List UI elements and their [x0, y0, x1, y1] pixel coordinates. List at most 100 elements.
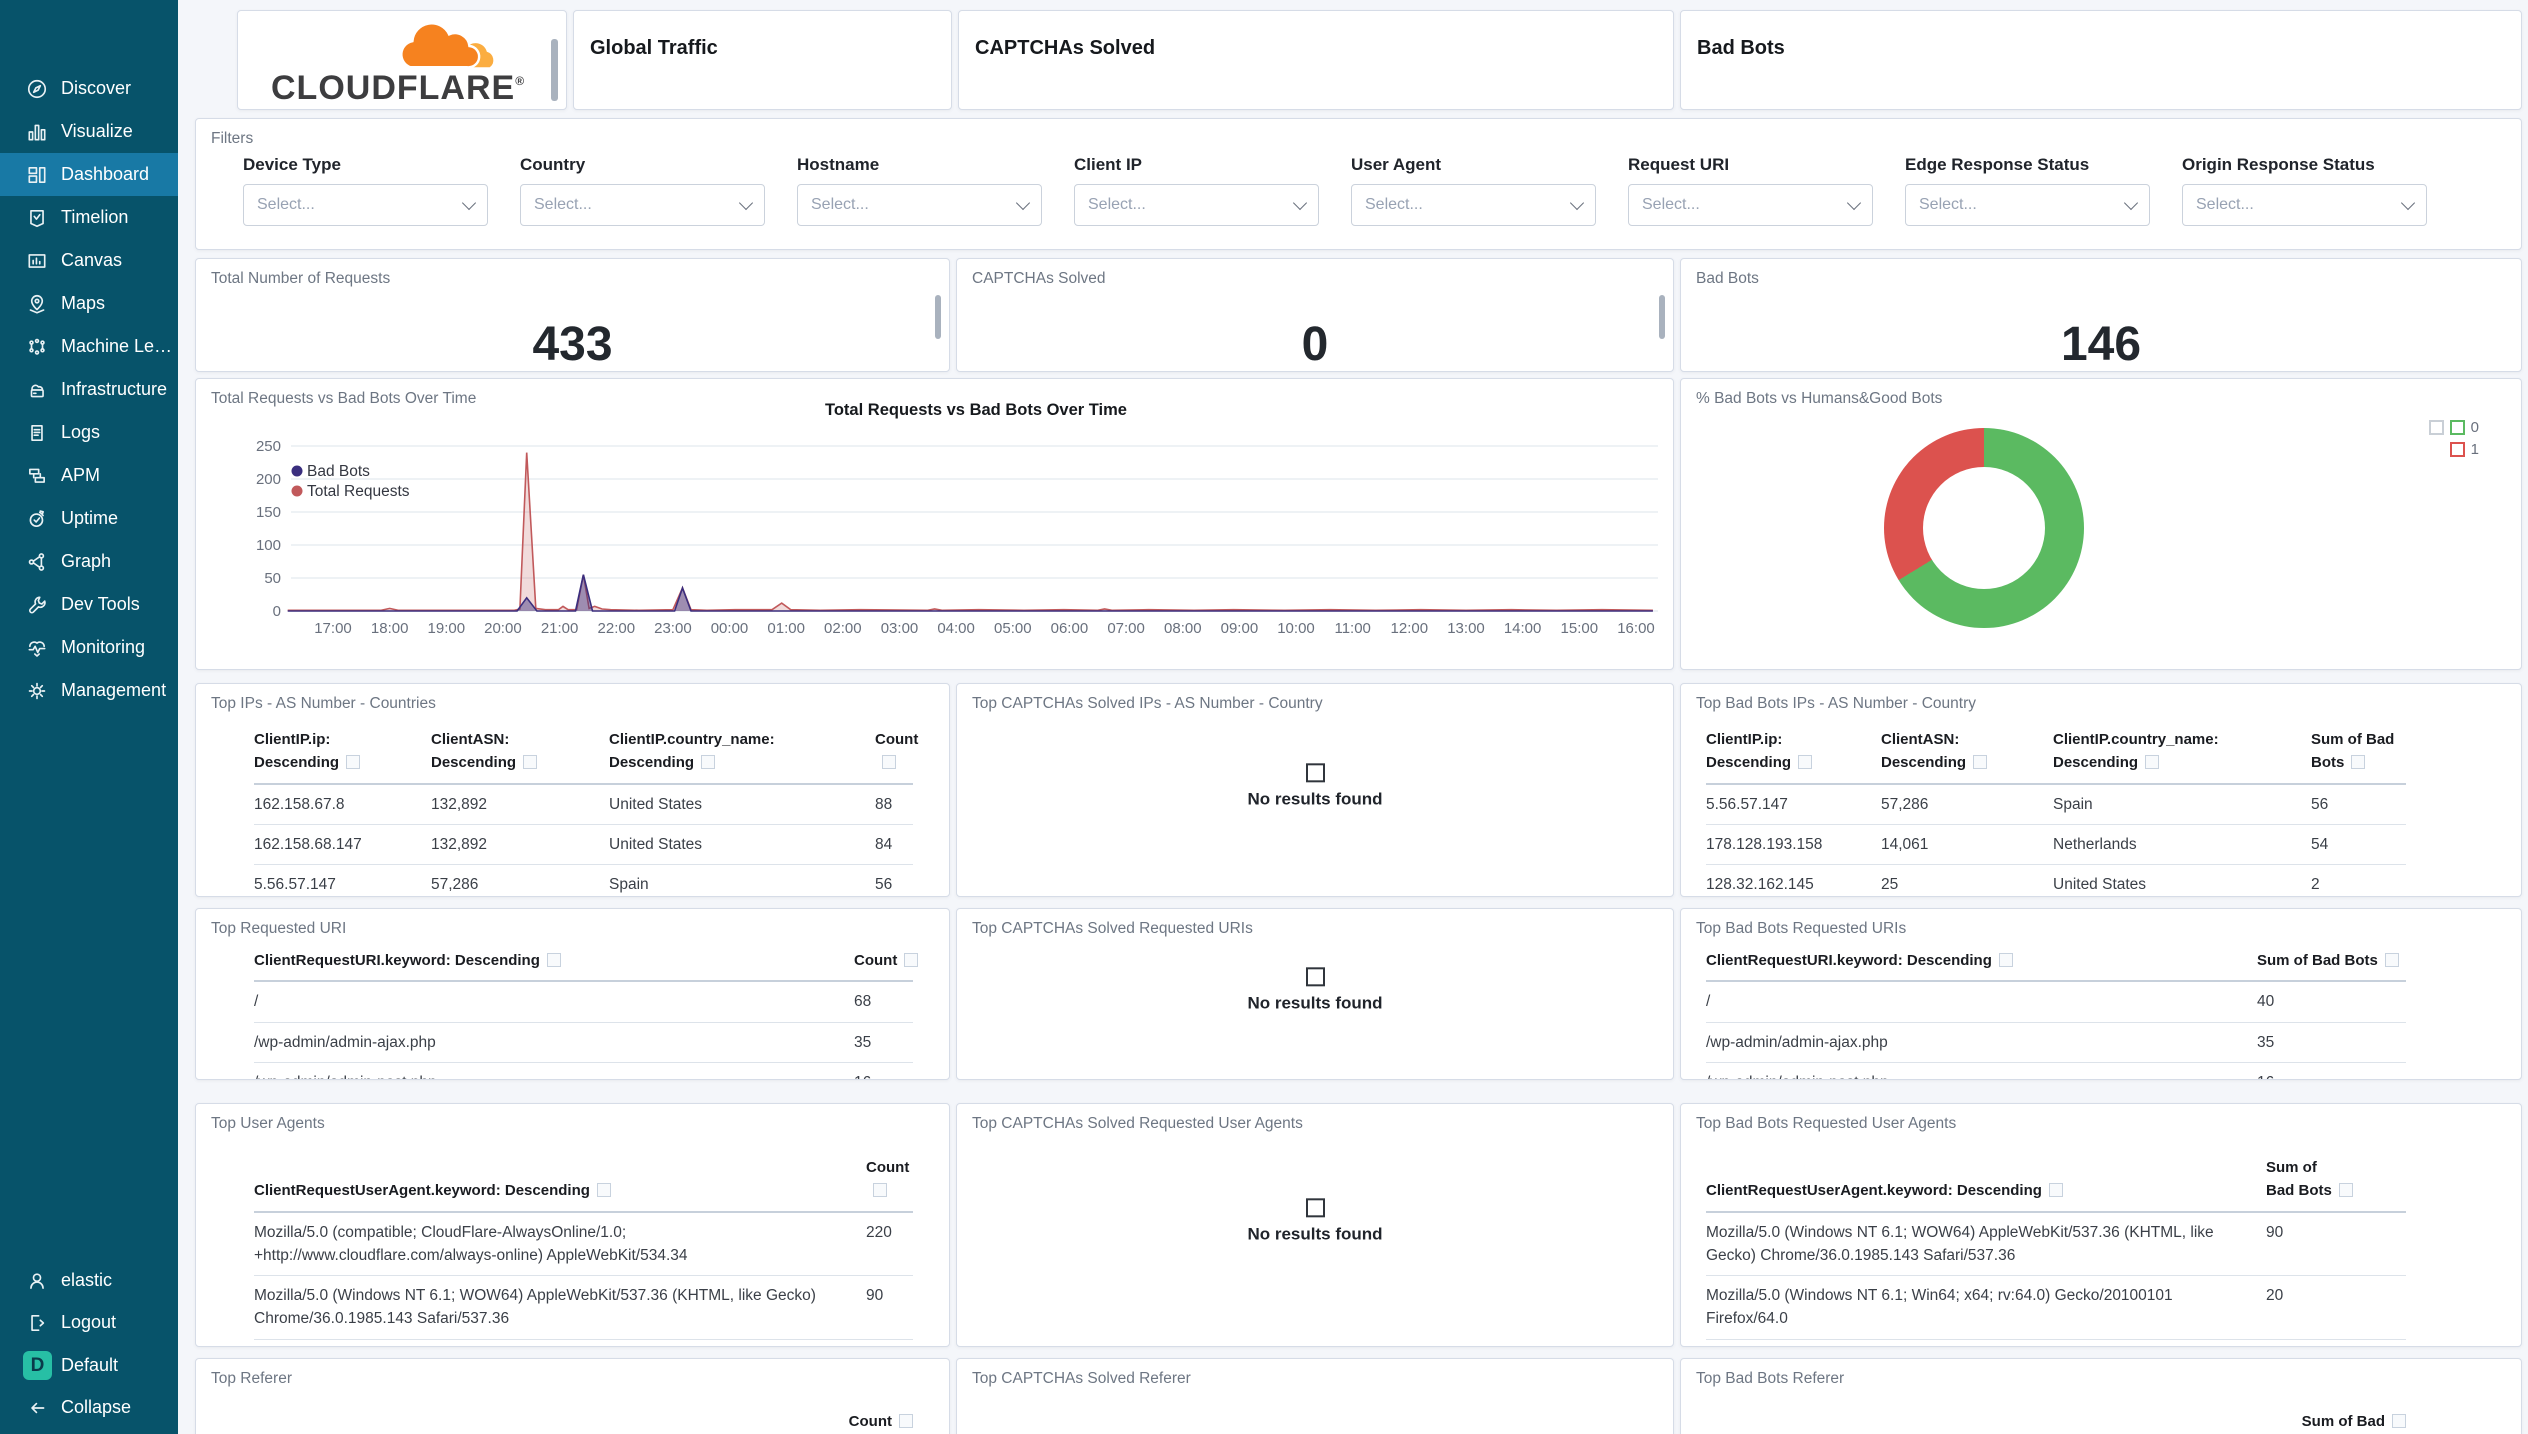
sidebar-item-monitoring[interactable]: Monitoring	[0, 626, 178, 669]
table-cell: 57,286	[431, 876, 479, 893]
sort-checkbox[interactable]	[1798, 755, 1813, 770]
data-table: ClientRequestUserAgent.keyword: Descendi…	[254, 1156, 913, 1340]
filter-select-edge-response-status[interactable]: Select...	[1905, 184, 2150, 226]
panel-scrollbar[interactable]	[551, 39, 558, 101]
uptime-clock-icon	[26, 508, 48, 530]
column-header[interactable]: ClientRequestURI.keyword: Descending	[1706, 949, 2257, 972]
column-header[interactable]: Count	[866, 1156, 913, 1203]
panel-title: Top CAPTCHAs Solved IPs - AS Number - Co…	[972, 695, 1323, 712]
metric-title: Total Number of Requests	[211, 270, 391, 287]
table-cell: 35	[854, 1033, 872, 1051]
sort-checkbox[interactable]	[1973, 755, 1988, 770]
column-header[interactable]: Sum of Bad Bots	[2311, 728, 2406, 775]
table-cell: 2	[2311, 876, 2320, 893]
table-cell: /wp-admin/admin-ajax.php	[254, 1033, 436, 1051]
sidebar-item-logs[interactable]: Logs	[0, 411, 178, 454]
sidebar-footer-default[interactable]: D Default	[0, 1344, 178, 1387]
sidebar-item-management[interactable]: Management	[0, 669, 178, 712]
sidebar-item-visualize[interactable]: Visualize	[0, 110, 178, 153]
chevron-down-icon	[1015, 195, 1031, 211]
filter-select-user-agent[interactable]: Select...	[1351, 184, 1596, 226]
sort-checkbox[interactable]	[701, 755, 716, 770]
filter-select-client-ip[interactable]: Select...	[1074, 184, 1319, 226]
sort-checkbox[interactable]	[2392, 1414, 2406, 1428]
sidebar-footer-elastic[interactable]: elastic	[0, 1259, 178, 1302]
column-header[interactable]: ClientRequestUserAgent.keyword: Descendi…	[254, 1179, 866, 1202]
no-results-text: No results found	[1247, 993, 1383, 1013]
legend-label: 0	[2470, 419, 2479, 436]
sidebar-footer-logout[interactable]: Logout	[0, 1301, 178, 1344]
column-header[interactable]: Sum of Bad	[1706, 1413, 2406, 1430]
column-header[interactable]: Sum of Bad Bots	[2266, 1156, 2406, 1203]
sort-checkbox[interactable]	[1998, 953, 2013, 967]
legend-item-1[interactable]: 1	[2429, 441, 2479, 458]
heartbeat-icon	[26, 637, 48, 659]
column-header[interactable]: Count	[875, 728, 918, 775]
line-chart-panel-title: Total Requests vs Bad Bots Over Time	[211, 390, 477, 407]
column-header[interactable]: ClientIP.ip: Descending	[1706, 728, 1881, 775]
sort-checkbox[interactable]	[899, 1414, 913, 1428]
panel-scrollbar[interactable]	[935, 295, 941, 339]
sort-checkbox[interactable]	[904, 953, 919, 967]
no-results-icon	[1305, 1198, 1325, 1218]
column-header[interactable]: ClientASN: Descending	[1881, 728, 2053, 775]
svg-text:00:00: 00:00	[711, 620, 749, 637]
sort-checkbox[interactable]	[882, 755, 896, 770]
table-cell: 162.158.68.147	[254, 835, 362, 853]
filter-select-device-type[interactable]: Select...	[243, 184, 488, 226]
sort-checkbox[interactable]	[2384, 953, 2399, 967]
sort-checkbox[interactable]	[873, 1183, 887, 1198]
column-header[interactable]: ClientASN: Descending	[431, 728, 609, 775]
legend-item-0[interactable]: 0	[2428, 419, 2479, 436]
select-placeholder: Select...	[2196, 196, 2254, 213]
sort-checkbox[interactable]	[546, 953, 561, 967]
bar-chart-icon	[26, 121, 48, 143]
table-cell: 16	[2257, 1071, 2406, 1079]
sidebar-item-uptime[interactable]: Uptime	[0, 497, 178, 540]
column-header[interactable]: Count	[854, 949, 919, 972]
sidebar-item-label: Logout	[61, 1312, 117, 1332]
sidebar-item-machine-le[interactable]: Machine Le…	[0, 325, 178, 368]
sort-checkbox[interactable]	[346, 755, 361, 770]
table-cell: 162.158.67.8	[254, 795, 345, 813]
column-header[interactable]: ClientIP.ip: Descending	[254, 728, 431, 775]
table-row: Mozilla/5.0 (Windows NT 6.1; Win64; x64;…	[1706, 1275, 2406, 1339]
sidebar-item-apm[interactable]: APM	[0, 454, 178, 497]
sort-checkbox[interactable]	[523, 755, 538, 770]
sort-checkbox[interactable]	[2145, 755, 2160, 770]
sidebar-item-dashboard[interactable]: Dashboard	[0, 153, 178, 196]
column-header[interactable]: ClientRequestURI.keyword: Descending	[254, 949, 854, 972]
filter-select-request-uri[interactable]: Select...	[1628, 184, 1873, 226]
column-header[interactable]: Sum of Bad Bots	[2257, 949, 2406, 972]
table-cell: 132,892	[431, 795, 488, 813]
panel-title: Top Referer	[211, 1370, 292, 1387]
sidebar-item-graph[interactable]: Graph	[0, 540, 178, 583]
filter-select-country[interactable]: Select...	[520, 184, 765, 226]
sort-checkbox[interactable]	[2351, 755, 2366, 770]
column-header[interactable]: Count	[254, 1413, 913, 1430]
filter-select-origin-response-status[interactable]: Select...	[2182, 184, 2427, 226]
sidebar-item-timelion[interactable]: Timelion	[0, 196, 178, 239]
sort-checkbox[interactable]	[2338, 1183, 2353, 1198]
panel-scrollbar[interactable]	[1659, 295, 1665, 339]
sidebar-item-discover[interactable]: Discover	[0, 67, 178, 110]
sidebar-item-infrastructure[interactable]: Infrastructure	[0, 368, 178, 411]
svg-text:01:00: 01:00	[767, 620, 805, 637]
sidebar-item-maps[interactable]: Maps	[0, 282, 178, 325]
svg-text:14:00: 14:00	[1504, 620, 1542, 637]
sidebar-item-dev-tools[interactable]: Dev Tools	[0, 583, 178, 626]
select-placeholder: Select...	[534, 196, 592, 213]
filter-select-hostname[interactable]: Select...	[797, 184, 1042, 226]
panel-title: Top IPs - AS Number - Countries	[211, 695, 436, 712]
column-header[interactable]: ClientRequestUserAgent.keyword: Descendi…	[1706, 1179, 2266, 1202]
panel-top-bad-bots-referer: Top Bad Bots Referer Sum of Bad	[1680, 1358, 2522, 1434]
sidebar-item-canvas[interactable]: Canvas	[0, 239, 178, 282]
canvas-frame-icon	[26, 250, 48, 272]
sidebar-footer-collapse[interactable]: Collapse	[0, 1386, 178, 1429]
sort-checkbox[interactable]	[2048, 1183, 2063, 1198]
sort-checkbox[interactable]	[596, 1183, 611, 1198]
column-header[interactable]: ClientIP.country_name: Descending	[2053, 728, 2311, 775]
column-header[interactable]: ClientIP.country_name: Descending	[609, 728, 875, 775]
panel-metric-badbots: Bad Bots 146	[1680, 258, 2522, 372]
select-placeholder: Select...	[1365, 196, 1423, 213]
